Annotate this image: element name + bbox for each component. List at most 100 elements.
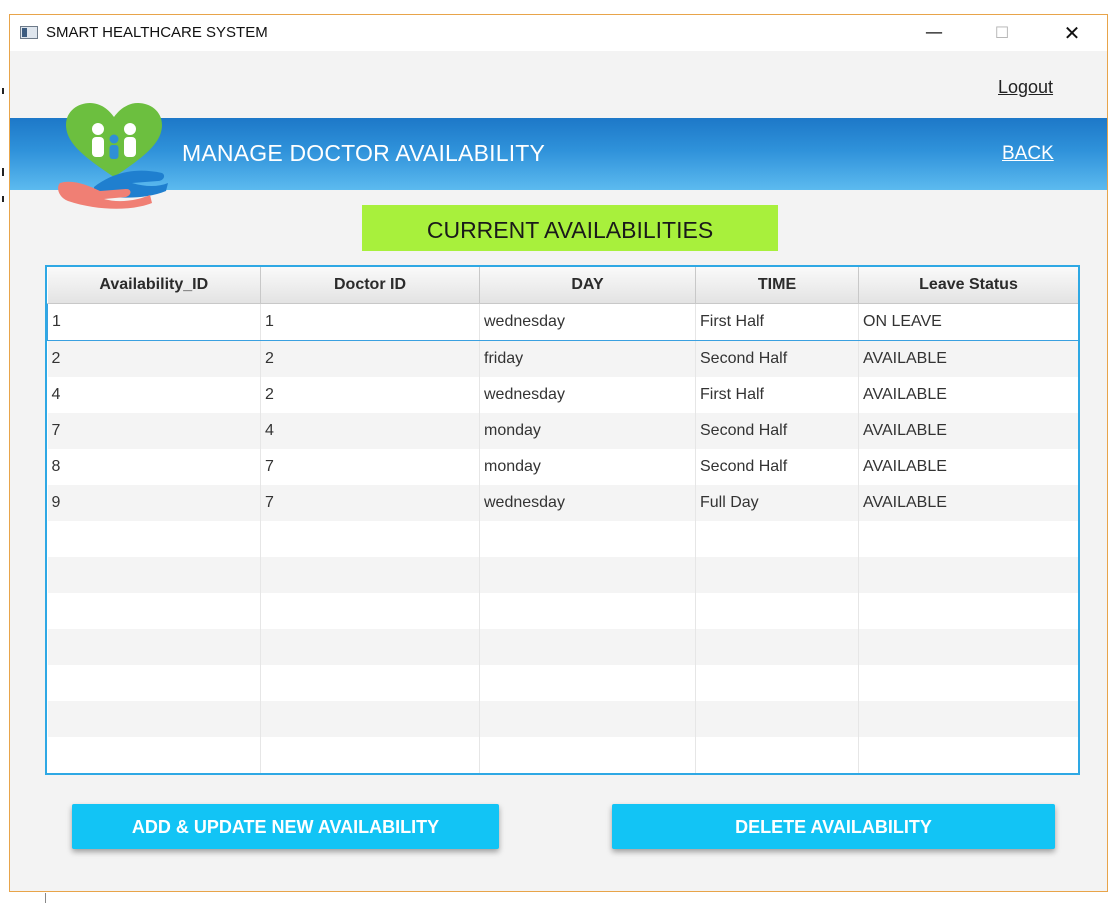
empty-cell — [260, 737, 480, 773]
availability-table[interactable]: Availability_ID Doctor ID DAY TIME Leave… — [45, 265, 1080, 775]
column-header-day[interactable]: DAY — [479, 267, 696, 304]
empty-cell — [260, 593, 480, 629]
empty-cell — [260, 521, 480, 557]
empty-cell — [858, 629, 1078, 665]
empty-cell — [858, 701, 1078, 737]
maximize-button[interactable]: ☐ — [979, 15, 1025, 51]
back-link[interactable]: BACK — [1002, 143, 1054, 165]
empty-cell — [695, 629, 859, 665]
cell-time: Second Half — [695, 449, 859, 485]
cell-availability-id: 2 — [47, 340, 261, 377]
cell-availability-id: 9 — [47, 485, 261, 521]
empty-cell — [479, 593, 696, 629]
empty-cell — [858, 737, 1078, 773]
cell-doctor-id: 7 — [260, 485, 480, 521]
header-banner: MANAGE DOCTOR AVAILABILITY BACK — [10, 118, 1107, 190]
column-header-availability-id[interactable]: Availability_ID — [47, 267, 261, 304]
cell-doctor-id: 4 — [260, 413, 480, 449]
desktop-fragment — [2, 168, 4, 176]
cell-day: wednesday — [479, 485, 696, 521]
cell-day: monday — [479, 413, 696, 449]
empty-cell — [260, 557, 480, 593]
empty-cell — [47, 521, 261, 557]
current-availabilities-label: CURRENT AVAILABILITIES — [362, 205, 778, 251]
column-header-doctor-id[interactable]: Doctor ID — [260, 267, 480, 304]
cell-time: Second Half — [695, 340, 859, 377]
cell-doctor-id: 2 — [260, 377, 480, 413]
cell-time: Full Day — [695, 485, 859, 521]
logout-link[interactable]: Logout — [998, 77, 1053, 98]
cell-day: wednesday — [479, 303, 696, 341]
title-bar[interactable]: SMART HEALTHCARE SYSTEM — ☐ ✕ — [10, 15, 1107, 51]
table-header-row: Availability_ID Doctor ID DAY TIME Leave… — [47, 267, 1078, 304]
empty-table-row — [47, 593, 1078, 629]
empty-cell — [479, 629, 696, 665]
empty-cell — [695, 557, 859, 593]
table-row[interactable]: 2 2 friday Second Half AVAILABLE — [47, 340, 1078, 377]
table-row[interactable]: 7 4 monday Second Half AVAILABLE — [47, 413, 1078, 449]
cell-doctor-id: 2 — [260, 340, 480, 377]
cell-day: monday — [479, 449, 696, 485]
cell-day: friday — [479, 340, 696, 377]
empty-table-row — [47, 665, 1078, 701]
empty-table-row — [47, 701, 1078, 737]
empty-cell — [695, 665, 859, 701]
empty-cell — [47, 701, 261, 737]
cell-leave-status: AVAILABLE — [858, 377, 1078, 413]
add-update-availability-button[interactable]: ADD & UPDATE NEW AVAILABILITY — [72, 804, 499, 849]
app-window-icon — [20, 26, 38, 39]
app-window: SMART HEALTHCARE SYSTEM — ☐ ✕ Logout MAN… — [9, 14, 1108, 892]
empty-cell — [479, 521, 696, 557]
empty-cell — [695, 593, 859, 629]
cell-doctor-id: 1 — [260, 303, 480, 341]
table-row[interactable]: 8 7 monday Second Half AVAILABLE — [47, 449, 1078, 485]
empty-cell — [479, 665, 696, 701]
table-row[interactable]: 4 2 wednesday First Half AVAILABLE — [47, 377, 1078, 413]
table-row[interactable]: 9 7 wednesday Full Day AVAILABLE — [47, 485, 1078, 521]
empty-cell — [695, 521, 859, 557]
cell-availability-id: 4 — [47, 377, 261, 413]
empty-cell — [47, 737, 261, 773]
cell-time: First Half — [695, 377, 859, 413]
empty-table-row — [47, 557, 1078, 593]
cell-leave-status: AVAILABLE — [858, 485, 1078, 521]
empty-cell — [858, 557, 1078, 593]
cell-leave-status: AVAILABLE — [858, 340, 1078, 377]
close-button[interactable]: ✕ — [1049, 15, 1095, 51]
empty-cell — [858, 665, 1078, 701]
delete-availability-button[interactable]: DELETE AVAILABILITY — [612, 804, 1055, 849]
minimize-button[interactable]: — — [911, 15, 957, 51]
cell-leave-status: ON LEAVE — [858, 303, 1078, 341]
empty-cell — [260, 629, 480, 665]
cell-availability-id: 7 — [47, 413, 261, 449]
cell-leave-status: AVAILABLE — [858, 413, 1078, 449]
table-row[interactable]: 1 1 wednesday First Half ON LEAVE — [47, 303, 1078, 341]
desktop-fragment — [2, 196, 4, 202]
page-title: MANAGE DOCTOR AVAILABILITY — [182, 140, 546, 166]
empty-cell — [260, 701, 480, 737]
empty-cell — [479, 701, 696, 737]
healthcare-logo-icon — [58, 103, 168, 209]
empty-cell — [479, 737, 696, 773]
cell-availability-id: 8 — [47, 449, 261, 485]
window-title: SMART HEALTHCARE SYSTEM — [46, 24, 268, 41]
empty-cell — [858, 521, 1078, 557]
empty-cell — [479, 557, 696, 593]
empty-cell — [47, 629, 261, 665]
empty-table-row — [47, 629, 1078, 665]
desktop-fragment — [45, 893, 46, 903]
column-header-leave-status[interactable]: Leave Status — [858, 267, 1078, 304]
cell-time: Second Half — [695, 413, 859, 449]
cell-day: wednesday — [479, 377, 696, 413]
empty-cell — [47, 593, 261, 629]
empty-cell — [695, 701, 859, 737]
empty-cell — [858, 593, 1078, 629]
cell-doctor-id: 7 — [260, 449, 480, 485]
cell-time: First Half — [695, 303, 859, 341]
cell-availability-id: 1 — [47, 303, 261, 341]
cell-leave-status: AVAILABLE — [858, 449, 1078, 485]
desktop-fragment — [2, 88, 4, 94]
empty-table-row — [47, 521, 1078, 557]
column-header-time[interactable]: TIME — [695, 267, 859, 304]
empty-cell — [47, 665, 261, 701]
